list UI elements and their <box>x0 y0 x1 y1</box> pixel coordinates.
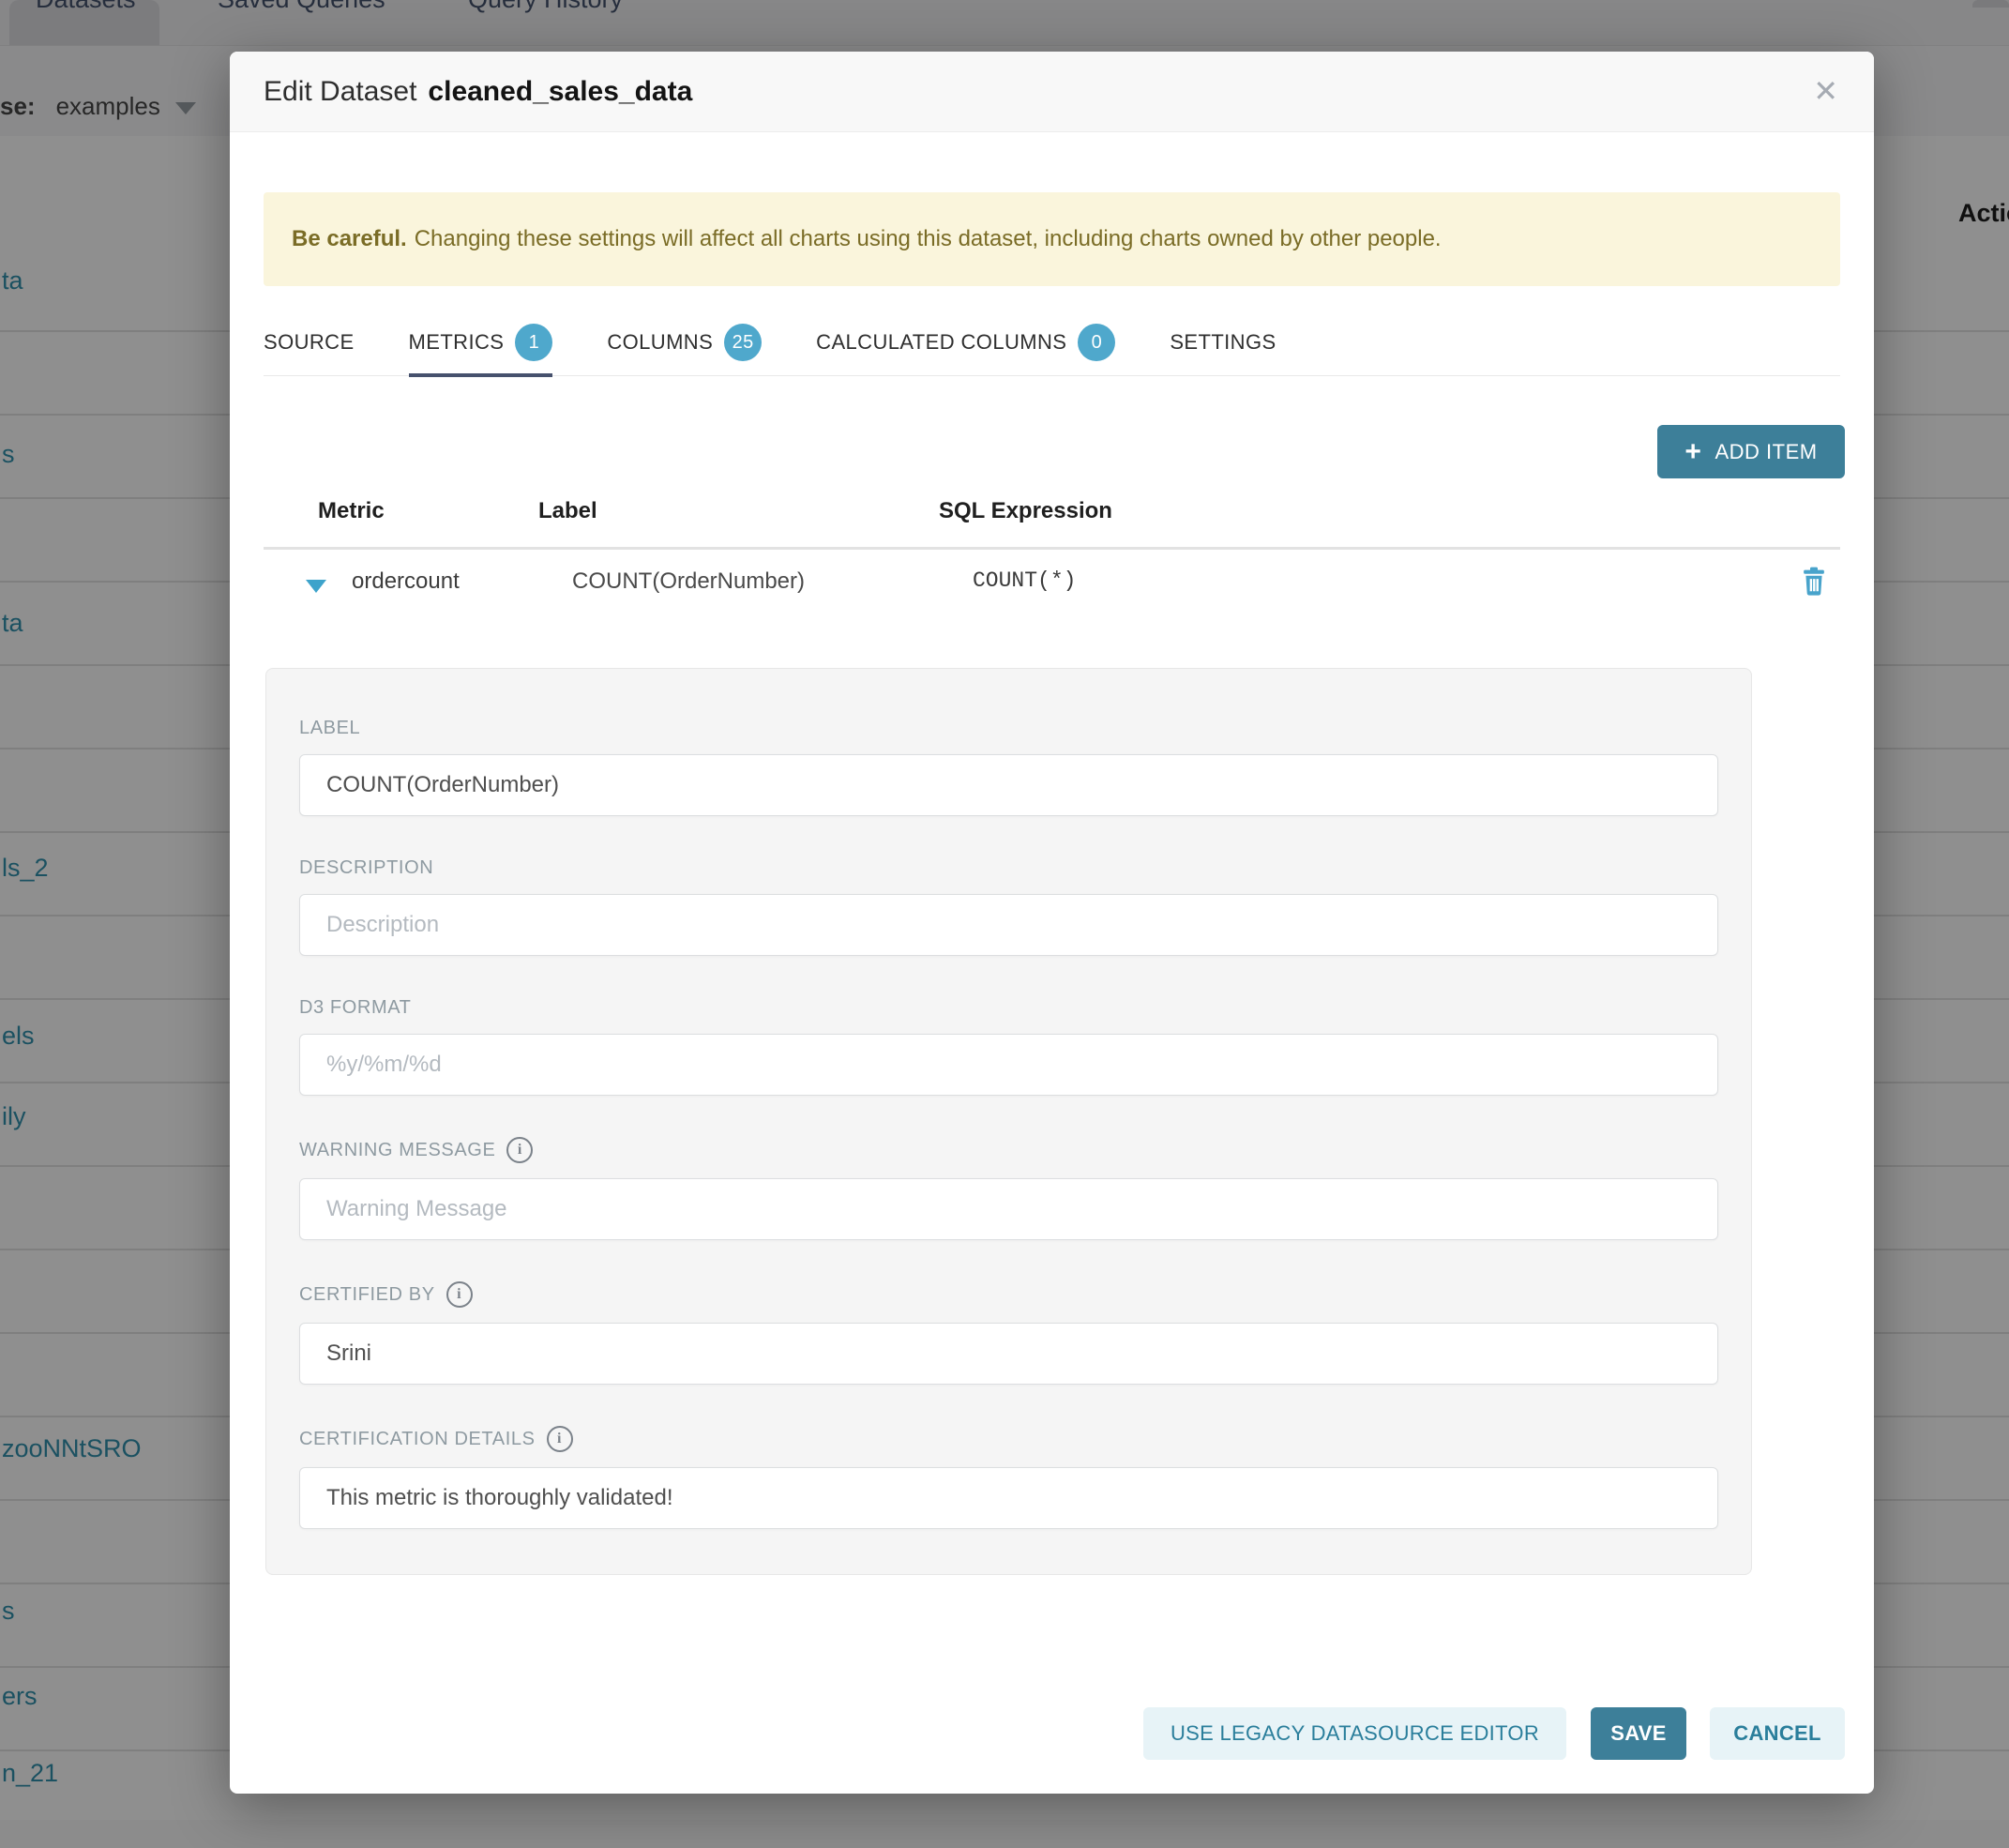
trash-icon[interactable] <box>1801 567 1827 601</box>
certification-details-field-heading: CERTIFICATION DETAILS i <box>299 1426 1718 1452</box>
warning-banner-bold: Be careful. <box>292 226 407 252</box>
screen: Datasets Saved Queries Query History se:… <box>0 0 2009 1848</box>
certified-by-input[interactable] <box>299 1323 1718 1385</box>
certified-by-field-heading: CERTIFIED BY i <box>299 1281 1718 1308</box>
column-header-label: Label <box>538 498 597 524</box>
description-field-heading: DESCRIPTION <box>299 857 1718 879</box>
description-heading-text: DESCRIPTION <box>299 857 433 879</box>
column-header-metric: Metric <box>318 498 385 524</box>
plus-icon: + <box>1684 438 1701 466</box>
cancel-button[interactable]: CANCEL <box>1710 1707 1845 1760</box>
calculated-columns-count-badge: 0 <box>1078 324 1115 361</box>
metric-label[interactable]: COUNT(OrderNumber) <box>572 568 805 595</box>
metric-name[interactable]: ordercount <box>352 568 460 595</box>
tab-columns-label: COLUMNS <box>607 330 713 355</box>
tab-source-label: SOURCE <box>264 330 355 355</box>
metric-detail-panel: LABEL DESCRIPTION D3 FORMAT WARNING MESS… <box>265 668 1752 1575</box>
collapse-caret-icon[interactable] <box>306 580 326 593</box>
description-input[interactable] <box>299 894 1718 956</box>
warning-message-heading-text: WARNING MESSAGE <box>299 1140 495 1161</box>
metric-sql-expression[interactable]: COUNT(*) <box>973 568 1076 593</box>
modal-title: Edit Dataset cleaned_sales_data <box>264 52 692 131</box>
label-input[interactable] <box>299 754 1718 816</box>
label-field-heading: LABEL <box>299 718 1718 739</box>
tab-calculated-columns-label: CALCULATED COLUMNS <box>816 330 1066 355</box>
tab-columns[interactable]: COLUMNS 25 <box>607 310 762 375</box>
d3-format-input[interactable] <box>299 1034 1718 1096</box>
columns-count-badge: 25 <box>724 324 762 361</box>
warning-message-input[interactable] <box>299 1178 1718 1240</box>
info-icon[interactable]: i <box>506 1137 533 1163</box>
label-heading-text: LABEL <box>299 718 360 739</box>
d3-format-field-heading: D3 FORMAT <box>299 997 1718 1019</box>
metrics-count-badge: 1 <box>515 324 552 361</box>
certification-details-heading-text: CERTIFICATION DETAILS <box>299 1429 536 1450</box>
warning-banner: Be careful. Changing these settings will… <box>264 192 1840 286</box>
certified-by-heading-text: CERTIFIED BY <box>299 1284 435 1306</box>
tab-settings[interactable]: SETTINGS <box>1170 310 1276 375</box>
edit-dataset-modal: Edit Dataset cleaned_sales_data ✕ Be car… <box>230 52 1874 1794</box>
metric-row: ordercount COUNT(OrderNumber) COUNT(*) <box>264 550 1840 662</box>
tab-metrics[interactable]: METRICS 1 <box>409 310 553 375</box>
tab-settings-label: SETTINGS <box>1170 330 1276 355</box>
close-icon[interactable]: ✕ <box>1813 76 1838 106</box>
modal-tabs: SOURCE METRICS 1 COLUMNS 25 CALCULATED C… <box>264 310 1840 376</box>
certification-details-input[interactable] <box>299 1467 1718 1529</box>
warning-banner-text: Changing these settings will affect all … <box>415 226 1442 252</box>
modal-header: Edit Dataset cleaned_sales_data ✕ <box>230 52 1874 132</box>
info-icon[interactable]: i <box>547 1426 573 1452</box>
modal-title-prefix: Edit Dataset <box>264 76 416 108</box>
d3-format-heading-text: D3 FORMAT <box>299 997 411 1019</box>
modal-title-dataset-name: cleaned_sales_data <box>428 76 692 108</box>
info-icon[interactable]: i <box>446 1281 473 1308</box>
add-item-label: ADD ITEM <box>1714 440 1817 464</box>
save-button[interactable]: SAVE <box>1591 1707 1686 1760</box>
use-legacy-datasource-editor-button[interactable]: USE LEGACY DATASOURCE EDITOR <box>1143 1707 1566 1760</box>
tab-metrics-label: METRICS <box>409 330 505 355</box>
tab-calculated-columns[interactable]: CALCULATED COLUMNS 0 <box>816 310 1115 375</box>
column-header-sql-expression: SQL Expression <box>939 498 1112 524</box>
add-item-button[interactable]: + ADD ITEM <box>1657 425 1845 478</box>
warning-message-field-heading: WARNING MESSAGE i <box>299 1137 1718 1163</box>
tab-source[interactable]: SOURCE <box>264 310 355 375</box>
